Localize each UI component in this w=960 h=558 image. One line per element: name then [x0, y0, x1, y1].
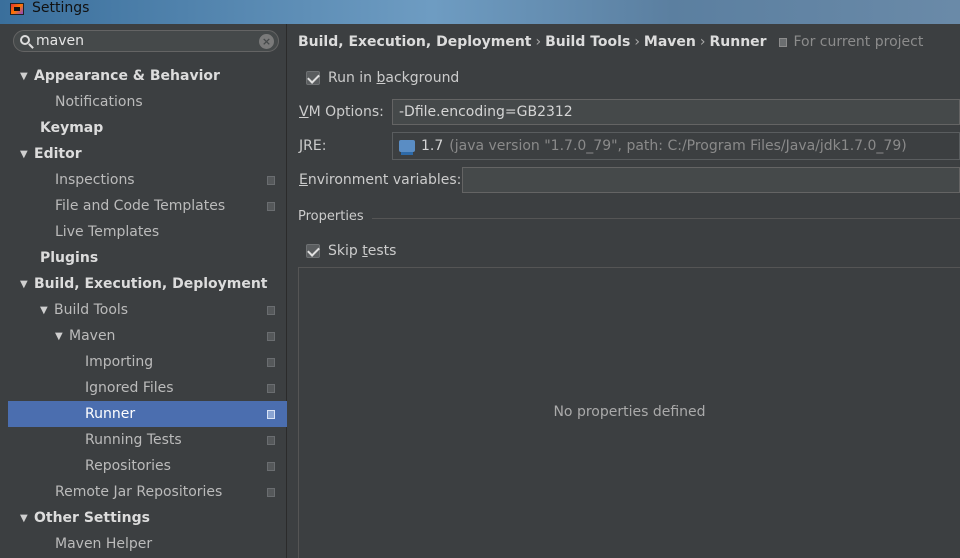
breadcrumb-part: Build Tools	[545, 34, 631, 50]
breadcrumb-separator: ›	[634, 34, 640, 50]
title-bar: Settings	[0, 0, 960, 24]
sidebar-item-label: Inspections	[55, 172, 135, 188]
sidebar-item-runner[interactable]: Runner	[8, 401, 287, 427]
project-scope-icon	[267, 358, 275, 367]
sidebar-item-inspections[interactable]: Inspections	[8, 167, 287, 193]
jdk-folder-icon	[399, 140, 415, 155]
sidebar-item-running-tests[interactable]: Running Tests	[8, 427, 287, 453]
project-scope-icon	[267, 332, 275, 341]
breadcrumb: Build, Execution, Deployment › Build Tools…	[298, 34, 923, 50]
search-icon	[20, 35, 30, 45]
project-scope-icon	[267, 384, 275, 393]
sidebar-item-importing[interactable]: Importing	[8, 349, 287, 375]
sidebar-item-label: File and Code Templates	[55, 198, 226, 214]
runner-settings-panel: Build, Execution, Deployment › Build Tools…	[288, 24, 960, 558]
project-scope-icon	[267, 176, 275, 185]
env-vars-field[interactable]	[462, 167, 960, 193]
sidebar-item-label: Maven	[69, 328, 116, 344]
vm-options-label: VM Options:	[299, 104, 384, 120]
run-in-background-checkbox[interactable]	[306, 71, 320, 85]
sidebar-item-label: Remote Jar Repositories	[55, 484, 223, 500]
sidebar-item-file-code-templates[interactable]: File and Code Templates	[8, 193, 287, 219]
run-in-background-label: Run in background	[328, 70, 460, 86]
settings-tree: ▼ Appearance & Behavior Notifications Ke…	[8, 63, 287, 557]
project-scope-icon	[267, 202, 275, 211]
sidebar-item-label: Notifications	[55, 94, 143, 110]
project-scope-icon	[267, 488, 275, 497]
sidebar-item-maven[interactable]: ▼ Maven	[8, 323, 287, 349]
empty-properties-text: No properties defined	[553, 404, 706, 420]
app-icon	[10, 3, 24, 15]
sidebar-item-other-settings[interactable]: ▼ Other Settings	[8, 505, 287, 531]
sidebar-item-label: Editor	[34, 146, 82, 162]
sidebar-item-repositories[interactable]: Repositories	[8, 453, 287, 479]
search-input[interactable]	[36, 33, 246, 49]
breadcrumb-part: Maven	[643, 34, 696, 50]
properties-header: Properties	[298, 209, 364, 224]
vm-options-field[interactable]: -Dfile.encoding=GB2312	[392, 99, 960, 125]
jre-version: 1.7	[421, 138, 444, 154]
sidebar-item-label: Build Tools	[54, 302, 129, 318]
skip-tests-checkbox[interactable]	[306, 244, 320, 258]
jre-label: JRE:	[299, 138, 327, 154]
sidebar-item-keymap[interactable]: Keymap	[8, 115, 287, 141]
project-scope-icon	[267, 462, 275, 471]
sidebar-item-label: Runner	[85, 406, 136, 422]
sidebar-item-label: Build, Execution, Deployment	[34, 276, 268, 292]
settings-sidebar: × ▼ Appearance & Behavior Notifications …	[0, 24, 287, 558]
skip-tests-row[interactable]: Skip tests	[306, 243, 396, 259]
vm-options-value: -Dfile.encoding=GB2312	[399, 104, 573, 120]
sidebar-item-maven-helper[interactable]: Maven Helper	[8, 531, 287, 557]
search-field[interactable]: ×	[13, 30, 279, 52]
expand-arrow-icon[interactable]: ▼	[55, 331, 69, 342]
breadcrumb-separator: ›	[535, 34, 542, 50]
sidebar-item-build-tools[interactable]: ▼ Build Tools	[8, 297, 287, 323]
run-in-background-row[interactable]: Run in background	[306, 70, 459, 86]
properties-divider	[372, 218, 960, 219]
sidebar-item-label: Appearance & Behavior	[34, 68, 220, 84]
sidebar-item-label: Ignored Files	[85, 380, 174, 396]
sidebar-item-label: Running Tests	[85, 432, 182, 448]
expand-arrow-icon[interactable]: ▼	[40, 305, 54, 316]
expand-arrow-icon[interactable]: ▼	[20, 513, 34, 524]
expand-arrow-icon[interactable]: ▼	[20, 149, 34, 160]
sidebar-item-appearance-behavior[interactable]: ▼ Appearance & Behavior	[8, 63, 287, 89]
project-scope-icon	[267, 410, 275, 419]
sidebar-item-plugins[interactable]: Plugins	[8, 245, 287, 271]
window-title: Settings	[32, 0, 90, 16]
expand-arrow-icon[interactable]: ▼	[20, 279, 34, 290]
breadcrumb-separator: ›	[699, 34, 706, 50]
clear-search-icon[interactable]: ×	[259, 34, 274, 49]
project-scope-icon	[267, 436, 275, 445]
sidebar-item-editor[interactable]: ▼ Editor	[8, 141, 287, 167]
sidebar-item-label: Maven Helper	[55, 536, 153, 552]
sidebar-item-label: Live Templates	[55, 224, 160, 240]
sidebar-item-label: Keymap	[40, 120, 104, 136]
expand-arrow-icon[interactable]: ▼	[20, 71, 34, 82]
sidebar-item-label: Other Settings	[34, 510, 150, 526]
env-vars-label: Environment variables:	[299, 172, 462, 188]
sidebar-item-remote-jar-repositories[interactable]: Remote Jar Repositories	[8, 479, 287, 505]
sidebar-item-live-templates[interactable]: Live Templates	[8, 219, 287, 245]
properties-table[interactable]: No properties defined	[298, 267, 960, 558]
breadcrumb-part: Runner	[709, 34, 767, 50]
scope-label: For current project	[793, 34, 924, 50]
skip-tests-label: Skip tests	[328, 243, 397, 259]
sidebar-item-ignored-files[interactable]: Ignored Files	[8, 375, 287, 401]
project-scope-icon	[779, 38, 788, 47]
sidebar-item-label: Repositories	[85, 458, 171, 474]
breadcrumb-part: Build, Execution, Deployment	[298, 34, 532, 50]
jre-select[interactable]: 1.7 (java version "1.7.0_79", path: C:/P…	[392, 132, 960, 160]
sidebar-item-notifications[interactable]: Notifications	[8, 89, 287, 115]
project-scope-icon	[267, 306, 275, 315]
sidebar-item-label: Importing	[85, 354, 154, 370]
sidebar-item-label: Plugins	[40, 250, 99, 266]
jre-detail: (java version "1.7.0_79", path: C:/Progr…	[449, 138, 907, 154]
sidebar-item-build-execution-deployment[interactable]: ▼ Build, Execution, Deployment	[8, 271, 287, 297]
